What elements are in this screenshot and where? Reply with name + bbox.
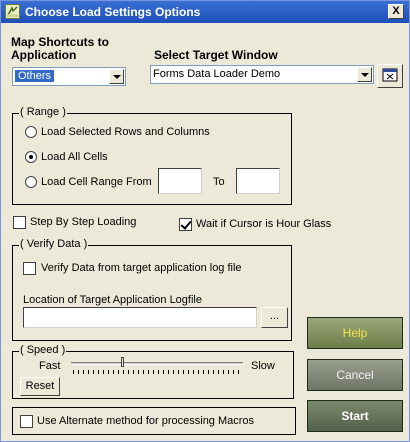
target-window-selected-value: Forms Data Loader Demo (153, 68, 281, 80)
radio-load-selected[interactable] (25, 126, 37, 138)
chevron-down-icon[interactable] (357, 67, 372, 82)
speed-legend: ( Speed ) (19, 344, 67, 356)
shortcuts-label-line1: Map Shortcuts to (11, 35, 109, 49)
range-from-input[interactable] (158, 168, 202, 194)
app-icon (5, 4, 20, 19)
speed-slider-thumb[interactable] (120, 357, 124, 367)
range-legend: ( Range ) (19, 106, 67, 118)
radio-load-selected-label: Load Selected Rows and Columns (41, 126, 210, 138)
speed-slider-ticks (73, 370, 243, 374)
title-bar[interactable]: Choose Load Settings Options X (1, 1, 409, 23)
chevron-down-icon[interactable] (109, 69, 124, 84)
radio-load-range[interactable] (25, 176, 37, 188)
verify-data-label: Verify Data from target application log … (41, 262, 242, 274)
target-window-dropdown[interactable]: Forms Data Loader Demo (150, 65, 374, 84)
shortcuts-label-line2: Application (11, 48, 77, 62)
step-by-step-label: Step By Step Loading (30, 216, 137, 228)
speed-slow-label: Slow (251, 360, 275, 372)
range-to-label: To (213, 176, 225, 188)
radio-load-all-label: Load All Cells (41, 151, 108, 163)
shortcuts-selected-value: Others (15, 70, 55, 82)
browse-button[interactable]: ... (261, 307, 288, 328)
help-button[interactable]: Help (307, 317, 403, 349)
window-picker-button[interactable] (377, 64, 403, 88)
alternate-method-checkbox[interactable] (20, 415, 33, 428)
alternate-method-label: Use Alternate method for processing Macr… (37, 415, 255, 427)
target-window-label: Select Target Window (154, 48, 278, 62)
dialog-window: Choose Load Settings Options X Map Short… (0, 0, 410, 442)
speed-slider-track[interactable] (71, 362, 243, 365)
shortcuts-dropdown[interactable]: Others (12, 67, 126, 86)
close-button[interactable]: X (388, 4, 404, 19)
logfile-location-label: Location of Target Application Logfile (23, 294, 202, 306)
cancel-button[interactable]: Cancel (307, 359, 403, 391)
start-button[interactable]: Start (307, 400, 403, 432)
verify-data-checkbox[interactable] (23, 262, 36, 275)
reset-button[interactable]: Reset (20, 377, 60, 396)
range-to-input[interactable] (236, 168, 280, 194)
window-title: Choose Load Settings Options (25, 5, 201, 19)
wait-hourglass-label: Wait if Cursor is Hour Glass (196, 218, 332, 230)
window-picker-icon (382, 68, 398, 82)
speed-fast-label: Fast (39, 360, 61, 372)
wait-hourglass-checkbox[interactable] (179, 218, 192, 231)
verify-data-legend: ( Verify Data ) (19, 238, 89, 250)
radio-load-all[interactable] (25, 151, 37, 163)
radio-load-range-label: Load Cell Range From (41, 176, 152, 188)
step-by-step-checkbox[interactable] (13, 216, 26, 229)
logfile-path-input[interactable] (23, 307, 257, 328)
